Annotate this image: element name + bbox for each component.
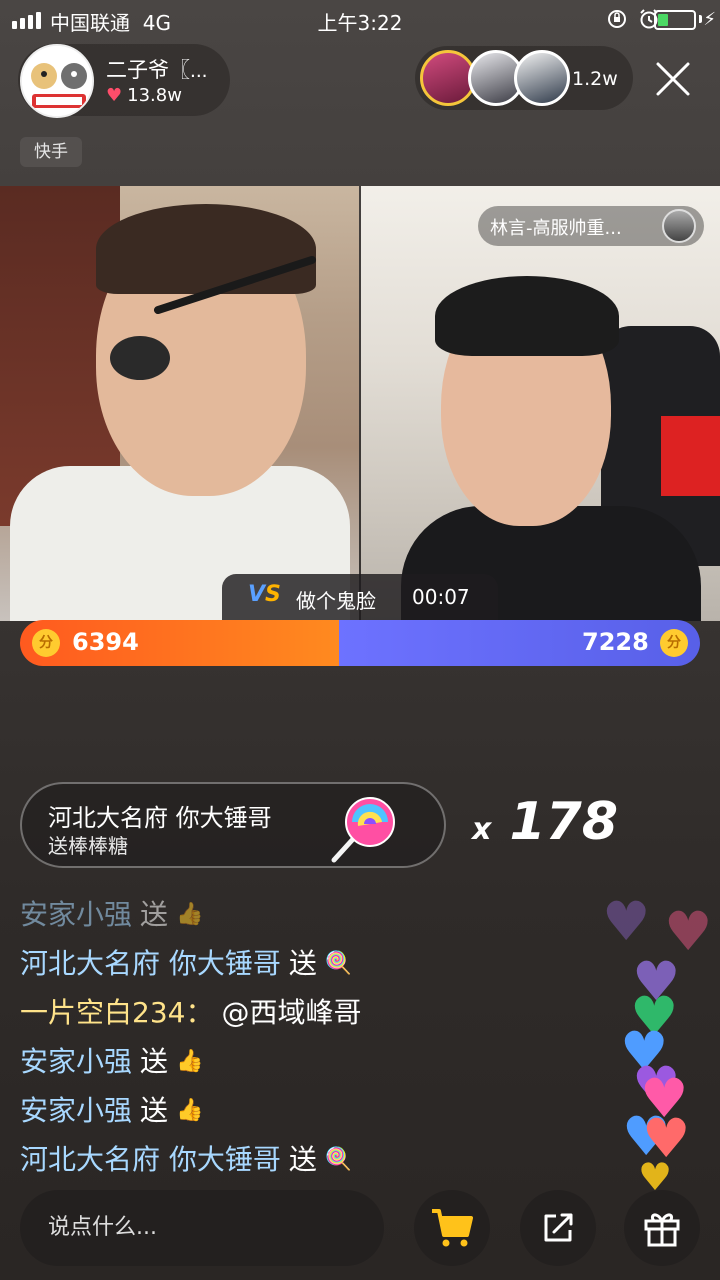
chat-text: 送 <box>288 1142 317 1176</box>
streamer-avatar[interactable] <box>20 44 94 118</box>
vs-icon: VS <box>248 582 281 607</box>
chat-message[interactable]: 安家小强送 👍 <box>20 1086 580 1135</box>
status-bar: 中国联通 4G 上午3:22 ⚡ <box>0 0 720 40</box>
thumbs-up-icon: 👍 <box>176 1097 204 1123</box>
rotation-lock-icon <box>608 10 626 28</box>
chat-username[interactable]: 安家小强 <box>20 893 132 937</box>
chat-username[interactable]: 安家小强 <box>20 1040 132 1084</box>
pk-left-fill <box>20 620 339 666</box>
gift-sender: 河北大名府 你大锤哥 <box>48 804 272 832</box>
lollipop-icon: 🍭 <box>324 1146 353 1172</box>
viewer-avatar[interactable] <box>514 50 570 106</box>
chat-text: 送 <box>140 897 169 931</box>
chat-text: 送 <box>140 1044 169 1078</box>
coin-icon: 分 <box>660 629 688 657</box>
chat-username[interactable]: 安家小强 <box>20 1089 132 1133</box>
chat-username[interactable]: 河北大名府 你大锤哥 <box>20 942 281 986</box>
chat-text: @西域峰哥 <box>221 995 362 1029</box>
viewer-count[interactable]: 1.2w <box>572 68 618 90</box>
opponent-avatar[interactable] <box>662 209 696 243</box>
charging-icon: ⚡ <box>703 9 716 30</box>
comment-input[interactable]: 说点什么... <box>20 1190 384 1266</box>
close-icon[interactable] <box>652 58 694 100</box>
gift-icon <box>644 1213 680 1247</box>
coin-icon: 分 <box>32 629 60 657</box>
chat-username[interactable]: 河北大名府 你大锤哥 <box>20 1138 281 1182</box>
pk-task: 做个鬼脸 <box>296 589 376 613</box>
battery-icon <box>654 10 696 30</box>
streamer-likes: ♥ 13.8w <box>106 85 182 106</box>
lollipop-icon <box>331 797 395 863</box>
host-video[interactable] <box>0 186 359 621</box>
thumbs-up-icon: 👍 <box>176 901 204 927</box>
pk-timer: 00:07 <box>412 585 470 609</box>
chat-message[interactable]: 安家小强送 👍 <box>20 1037 580 1086</box>
floating-heart-icon: ♥ <box>602 890 651 953</box>
opponent-name[interactable]: 林言-高服帅重... <box>490 214 650 240</box>
chat-message[interactable]: 河北大名府 你大锤哥送 🍭 <box>20 939 580 988</box>
gift-action: 送棒棒糖 <box>48 834 128 858</box>
opponent-video[interactable] <box>361 186 720 621</box>
chat-message[interactable]: 河北大名府 你大锤哥送 🍭 <box>20 1135 580 1184</box>
share-button[interactable] <box>520 1190 596 1266</box>
lollipop-icon: 🍭 <box>324 950 353 976</box>
chat-username[interactable]: 一片空白234： <box>20 991 213 1035</box>
share-icon <box>544 1213 573 1242</box>
chat-text: 送 <box>140 1093 169 1127</box>
streamer-name[interactable]: 二子爷〖... <box>106 54 208 84</box>
pk-left-score: 6394 <box>72 628 139 656</box>
gift-combo: x 178 <box>472 792 619 852</box>
chat-text: 送 <box>288 946 317 980</box>
heart-icon: ♥ <box>106 85 123 106</box>
chat-message[interactable]: 安家小强送 👍 <box>20 890 580 939</box>
chat-list: 安家小强送 👍 河北大名府 你大锤哥送 🍭 一片空白234： @西域峰哥 安家小强送 👍 安家小… <box>20 890 580 1184</box>
thumbs-up-icon: 👍 <box>176 1048 204 1074</box>
cart-icon <box>432 1209 473 1247</box>
shop-button[interactable] <box>414 1190 490 1266</box>
gift-button[interactable] <box>624 1190 700 1266</box>
chat-message[interactable]: 一片空白234： @西域峰哥 <box>20 988 580 1037</box>
platform-tag: 快手 <box>20 137 82 167</box>
pk-right-score: 7228 <box>582 628 649 656</box>
